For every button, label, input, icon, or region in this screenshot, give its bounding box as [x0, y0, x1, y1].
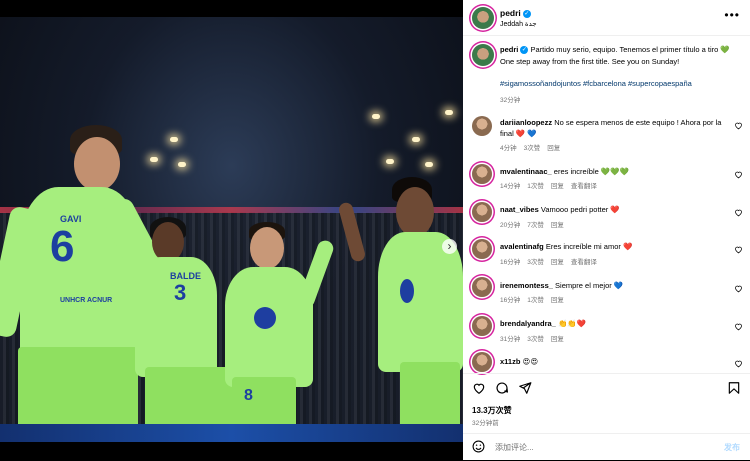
more-horizontal-icon[interactable]: ••• [724, 8, 740, 22]
comment-likes[interactable]: 3次赞 [527, 336, 544, 343]
comment-time: 14分钟 [500, 183, 521, 190]
chevron-right-icon: › [447, 239, 452, 253]
player-shirt-number: 6 [50, 222, 75, 271]
comment-username[interactable]: avalentinafg [500, 242, 544, 251]
post-header: pedri ✓ Jeddah جدة ••• [463, 0, 750, 36]
verified-badge-icon: ✓ [522, 9, 531, 18]
floodlight [412, 137, 420, 142]
player-head [250, 227, 284, 269]
heart-icon[interactable] [734, 322, 743, 331]
reply-button[interactable]: 回复 [551, 222, 564, 229]
floodlight [425, 162, 433, 167]
caption-username[interactable]: pedri [500, 45, 518, 54]
comment-time: 31分钟 [500, 336, 521, 343]
comment-input[interactable]: 添加评论... [495, 442, 534, 453]
comment-username[interactable]: x11zb [500, 357, 520, 366]
post-image[interactable]: GAVI 6 UNHCR ACNUR BALDE 3 8 › [0, 17, 463, 442]
commenter-avatar[interactable] [472, 277, 492, 297]
heart-icon[interactable] [734, 245, 743, 254]
comment-icon[interactable] [495, 381, 509, 395]
commenter-avatar[interactable] [472, 352, 492, 372]
comment-likes[interactable]: 3次赞 [527, 259, 544, 266]
caption-time: 32分钟 [500, 97, 521, 104]
heart-icon[interactable] [472, 381, 486, 395]
player-shorts-number: 8 [244, 387, 253, 404]
heart-icon[interactable] [734, 121, 743, 130]
commenter-avatar[interactable] [472, 116, 492, 136]
comment-time: 16分钟 [500, 297, 521, 304]
comment-likes[interactable]: 7次赞 [527, 222, 544, 229]
comment-username[interactable]: dariianloopezz [500, 118, 552, 127]
likes-count[interactable]: 13.3万次赞 [472, 405, 512, 416]
floodlight [386, 159, 394, 164]
see-translation-link[interactable]: 查看翻译 [571, 259, 597, 266]
post-comment-button[interactable]: 发布 [724, 442, 740, 453]
reply-button[interactable]: 回复 [551, 183, 564, 190]
floodlight [445, 110, 453, 115]
comment-likes[interactable]: 3次赞 [524, 145, 541, 152]
reply-button[interactable]: 回复 [547, 145, 560, 152]
floodlight [170, 137, 178, 142]
commenter-avatar[interactable] [472, 316, 492, 336]
comment-text: 👏👏❤️ [557, 319, 586, 328]
post-sidebar: pedri ✓ Jeddah جدة ••• pedri ✓ Partido muy… [463, 0, 750, 460]
comment-username[interactable]: naat_vibes [500, 205, 539, 214]
floodlight [372, 114, 380, 119]
post-actions: 13.3万次赞 32分钟前 [463, 373, 750, 434]
post-location[interactable]: Jeddah جدة [500, 20, 537, 28]
comment-likes[interactable]: 1次赞 [527, 183, 544, 190]
reply-button[interactable]: 回复 [551, 297, 564, 304]
comment-text: eres increíble 💚💚💚 [553, 167, 629, 176]
comment-time: 20分钟 [500, 222, 521, 229]
carousel-next-button[interactable]: › [442, 239, 457, 254]
smiley-icon[interactable] [472, 440, 485, 453]
player-head [74, 137, 120, 191]
floodlight [178, 162, 186, 167]
post-hashtags[interactable]: #sigamossoñandojuntos #fcbarcelona #supe… [500, 79, 740, 88]
player-head [396, 187, 434, 237]
comment-username[interactable]: mvalentinaac_ [500, 167, 552, 176]
author-avatar[interactable] [472, 7, 494, 29]
see-translation-link[interactable]: 查看翻译 [571, 183, 597, 190]
pitch-advertising-board [0, 424, 463, 442]
player-shorts [18, 347, 138, 435]
sponsor-logo [400, 279, 414, 303]
heart-icon[interactable] [734, 359, 743, 368]
comment-likes[interactable]: 1次赞 [527, 297, 544, 304]
commenter-avatar[interactable] [472, 239, 492, 259]
comment-text: Eres increíble mi amor ❤️ [545, 242, 633, 251]
heart-icon[interactable] [734, 208, 743, 217]
comment-time: 4分钟 [500, 145, 517, 152]
comment-time: 16分钟 [500, 259, 521, 266]
caption-text: Partido muy serio, equipo. Tenemos el pr… [500, 45, 730, 66]
caption-author-avatar[interactable] [472, 44, 494, 66]
bookmark-icon[interactable] [727, 381, 741, 395]
player-head [152, 222, 184, 262]
comment-text: Siempre el mejor 💙 [555, 281, 624, 290]
sponsor-text: UNHCR ACNUR [60, 297, 113, 304]
comment-box: 添加评论... 发布 [463, 433, 750, 461]
reply-button[interactable]: 回复 [551, 259, 564, 266]
heart-icon[interactable] [734, 170, 743, 179]
comment-text: Vamooo pedri potter ❤️ [540, 205, 620, 214]
post-timestamp: 32分钟前 [472, 420, 499, 427]
comment-username[interactable]: brendalyandra_ [500, 319, 556, 328]
share-icon[interactable] [518, 381, 532, 395]
commenter-avatar[interactable] [472, 202, 492, 222]
reply-button[interactable]: 回复 [551, 336, 564, 343]
comment-username[interactable]: irenemontess_ [500, 281, 553, 290]
sponsor-logo [254, 307, 276, 329]
player-shirt-number: 3 [174, 280, 187, 305]
author-username[interactable]: pedri ✓ [500, 8, 531, 18]
post-caption: pedri ✓ Partido muy serio, equipo. Tenemo… [500, 44, 740, 68]
floodlight [150, 157, 158, 162]
comment-text: 😍😍 [522, 357, 539, 366]
commenter-avatar[interactable] [472, 164, 492, 184]
verified-badge-icon: ✓ [520, 46, 529, 55]
heart-icon[interactable] [734, 284, 743, 293]
author-username-text[interactable]: pedri [500, 8, 521, 18]
